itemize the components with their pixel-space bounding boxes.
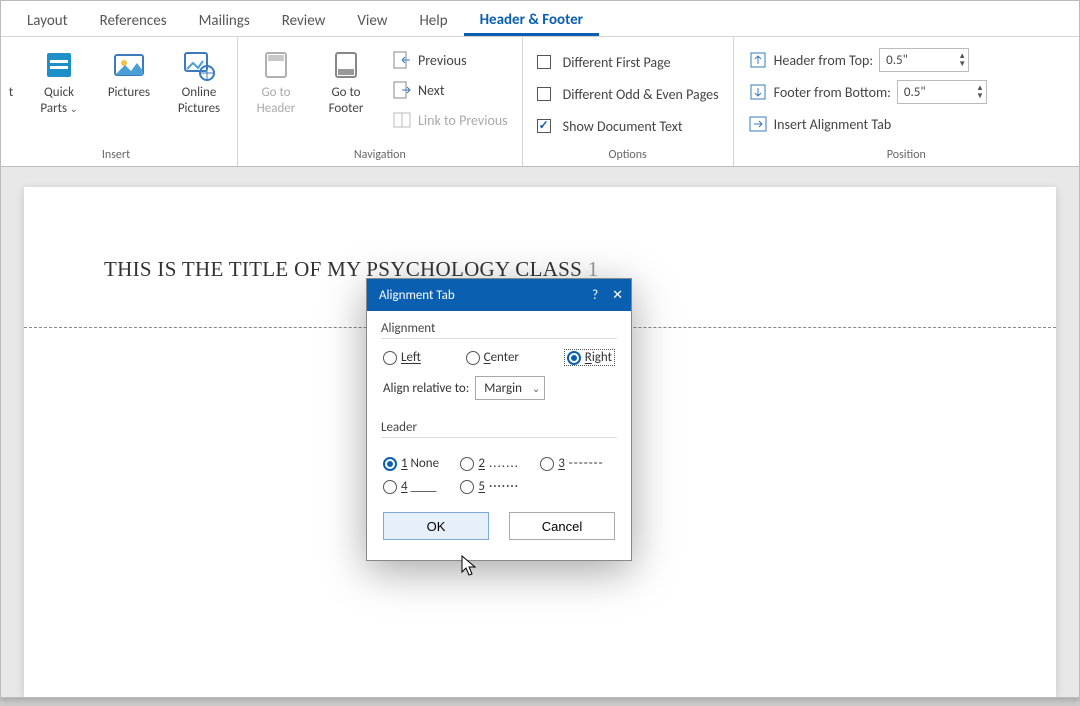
- checkbox-checked-icon: [537, 119, 551, 133]
- dialog-help-button[interactable]: ?: [592, 288, 598, 303]
- ribbon: t Quick Parts ⌄ Pictures Online Pictures…: [1, 37, 1079, 167]
- leader-3-radio[interactable]: 3 -------: [540, 456, 615, 471]
- tab-references[interactable]: References: [84, 4, 183, 36]
- group-label-insert: Insert: [5, 148, 227, 162]
- dialog-title: Alignment Tab: [379, 288, 455, 303]
- spinner-icon[interactable]: ▲▼: [958, 52, 966, 68]
- checkbox-icon: [537, 87, 551, 101]
- tab-review[interactable]: Review: [266, 4, 342, 36]
- group-label-navigation: Navigation: [248, 148, 512, 162]
- quick-parts-button[interactable]: Quick Parts ⌄: [31, 43, 87, 116]
- pictures-button[interactable]: Pictures: [101, 43, 157, 101]
- chevron-down-icon: ⌄: [532, 382, 540, 395]
- ribbon-button-cut[interactable]: t: [5, 43, 17, 101]
- group-label-position: Position: [744, 148, 1069, 162]
- goto-header-button[interactable]: Go to Header: [248, 43, 304, 116]
- ribbon-tabs: Layout References Mailings Review View H…: [1, 1, 1079, 37]
- alignment-tab-icon: [748, 114, 768, 134]
- tab-mailings[interactable]: Mailings: [183, 4, 266, 36]
- header-icon: [260, 49, 292, 81]
- align-relative-combo[interactable]: Margin⌄: [475, 376, 545, 400]
- group-label-options: Options: [533, 148, 723, 162]
- document-icon: [43, 49, 75, 81]
- show-document-text-checkbox[interactable]: Show Document Text: [533, 113, 723, 139]
- alignment-tab-dialog: Alignment Tab ? ✕ Alignment Left Center …: [366, 278, 632, 561]
- alignment-left-radio[interactable]: Left: [383, 350, 421, 365]
- tab-header-footer[interactable]: Header & Footer: [464, 3, 599, 36]
- link-previous-button[interactable]: Link to Previous: [388, 107, 512, 133]
- alignment-section-label: Alignment: [381, 321, 617, 336]
- online-pictures-button[interactable]: Online Pictures: [171, 43, 227, 116]
- tab-view[interactable]: View: [341, 4, 403, 36]
- dialog-close-button[interactable]: ✕: [612, 288, 623, 303]
- leader-1-radio[interactable]: 1 None: [383, 456, 450, 471]
- insert-alignment-tab-button[interactable]: Insert Alignment Tab: [744, 111, 991, 137]
- checkbox-icon: [537, 55, 551, 69]
- header-top-icon: [748, 50, 768, 70]
- leader-section-label: Leader: [381, 420, 617, 435]
- leader-4-radio[interactable]: 4 ____: [383, 479, 450, 494]
- link-icon: [392, 110, 412, 130]
- footer-bottom-icon: [748, 82, 768, 102]
- picture-icon: [113, 49, 145, 81]
- leader-2-radio[interactable]: 2 .......: [460, 456, 530, 471]
- different-first-page-checkbox[interactable]: Different First Page: [533, 49, 723, 75]
- previous-button[interactable]: Previous: [388, 47, 512, 73]
- spinner-icon[interactable]: ▲▼: [976, 84, 984, 100]
- leader-5-radio[interactable]: 5 ·······: [460, 479, 530, 494]
- next-icon: [392, 80, 412, 100]
- footer-icon: [330, 49, 362, 81]
- ok-button[interactable]: OK: [383, 512, 489, 540]
- previous-icon: [392, 50, 412, 70]
- dialog-titlebar[interactable]: Alignment Tab ? ✕: [367, 279, 631, 311]
- header-from-top-row: Header from Top: 0.5" ▲▼: [744, 47, 991, 73]
- next-button[interactable]: Next: [388, 77, 512, 103]
- footer-from-bottom-row: Footer from Bottom: 0.5" ▲▼: [744, 79, 991, 105]
- header-from-top-input[interactable]: 0.5" ▲▼: [879, 48, 969, 72]
- cancel-button[interactable]: Cancel: [509, 512, 615, 540]
- online-picture-icon: [183, 49, 215, 81]
- tab-help[interactable]: Help: [403, 4, 463, 36]
- goto-footer-button[interactable]: Go to Footer: [318, 43, 374, 116]
- alignment-center-radio[interactable]: Center: [466, 350, 519, 365]
- alignment-right-radio[interactable]: Right: [564, 349, 615, 366]
- align-relative-label: Align relative to:: [383, 381, 469, 396]
- different-odd-even-checkbox[interactable]: Different Odd & Even Pages: [533, 81, 723, 107]
- tab-layout[interactable]: Layout: [11, 4, 84, 36]
- footer-from-bottom-input[interactable]: 0.5" ▲▼: [897, 80, 987, 104]
